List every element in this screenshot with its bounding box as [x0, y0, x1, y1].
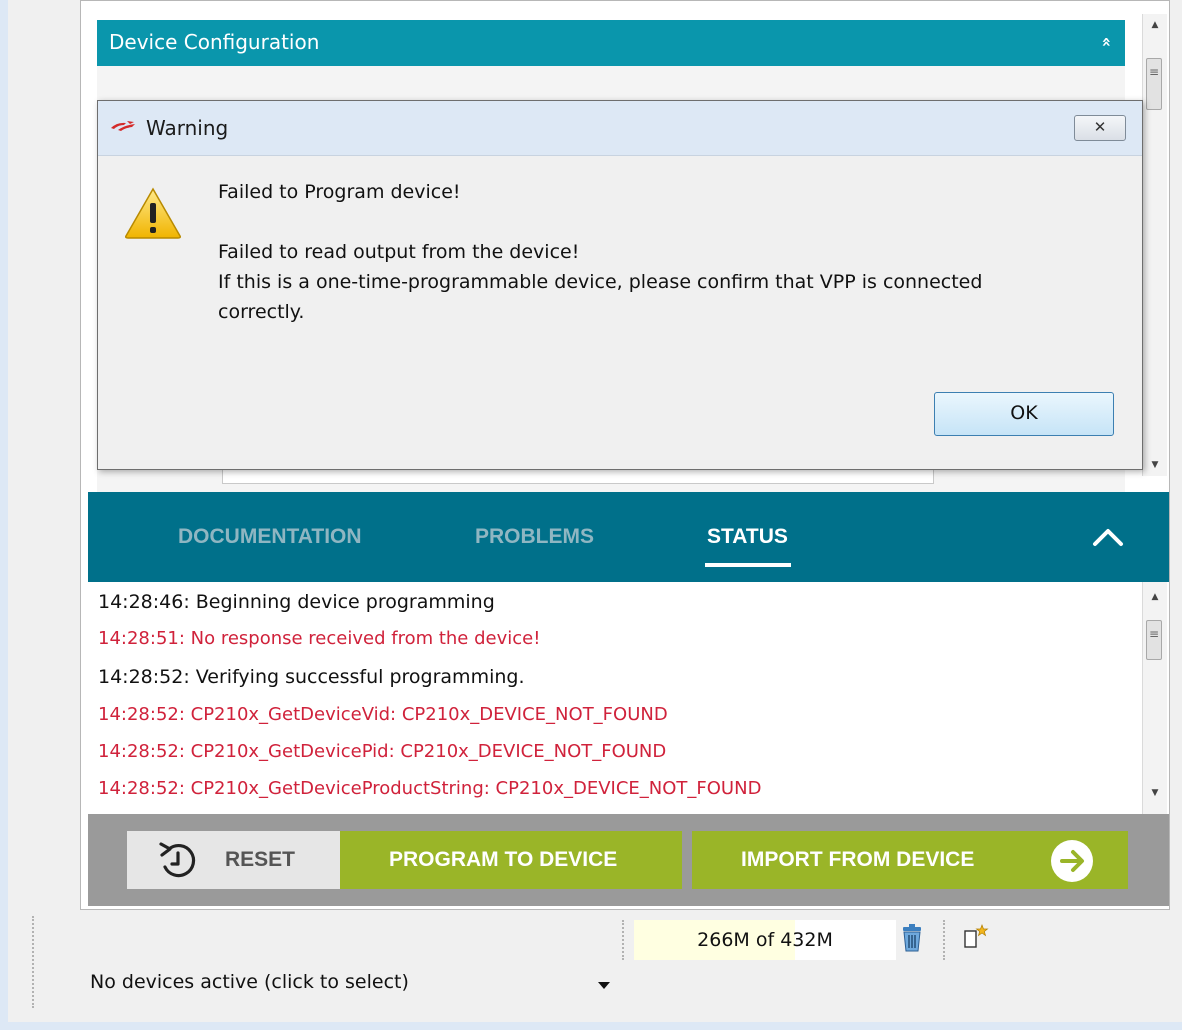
chevron-up-icon[interactable]	[1090, 522, 1126, 552]
warning-dialog: Warning ✕ Failed to Program device! Fail…	[97, 100, 1143, 470]
dialog-message-line: correctly.	[218, 301, 305, 323]
toolbar-grip[interactable]	[943, 920, 945, 960]
reset-icon	[159, 842, 196, 878]
log-line: 14:28:52: CP210x_GetDevicePid: CP210x_DE…	[98, 741, 667, 762]
reset-button[interactable]: RESET	[127, 831, 340, 889]
log-line: 14:28:52: CP210x_GetDeviceProductString:…	[98, 778, 762, 799]
dialog-message-line: If this is a one-time-programmable devic…	[218, 271, 983, 293]
heap-status[interactable]: 266M of 432M	[634, 920, 896, 960]
scroll-down-arrow-icon[interactable]: ▼	[1143, 460, 1167, 470]
scroll-up-arrow-icon[interactable]: ▲	[1143, 592, 1167, 602]
dialog-title: Warning	[146, 116, 229, 140]
dialog-message-title: Failed to Program device!	[218, 181, 461, 203]
toolbar-grip[interactable]	[32, 916, 34, 1008]
silicon-labs-logo-icon	[111, 121, 135, 131]
double-chevron-up-icon[interactable]: »	[1084, 37, 1128, 47]
new-device-icon[interactable]	[963, 924, 989, 950]
import-label: IMPORT FROM DEVICE	[741, 848, 975, 871]
log-line: 14:28:52: CP210x_GetDeviceVid: CP210x_DE…	[98, 704, 668, 725]
log-line: 14:28:52: Verifying successful programmi…	[98, 666, 525, 688]
scroll-thumb[interactable]: ≡	[1146, 620, 1162, 660]
config-scrollbar[interactable]: ▲ ≡ ▼	[1142, 14, 1167, 476]
scroll-down-arrow-icon[interactable]: ▼	[1143, 788, 1167, 798]
dialog-message-line: Failed to read output from the device!	[218, 241, 580, 263]
reset-label: RESET	[225, 848, 296, 871]
section-title: Device Configuration	[109, 30, 320, 54]
log-line: 14:28:51: No response received from the …	[98, 628, 541, 649]
warning-icon	[125, 187, 181, 239]
dropdown-arrow-icon[interactable]	[598, 982, 610, 989]
active-tab-indicator	[705, 563, 791, 567]
arrow-right-circle-icon	[1051, 840, 1093, 882]
program-to-device-button[interactable]: PROGRAM TO DEVICE	[340, 831, 682, 889]
ok-button[interactable]: OK	[934, 392, 1114, 436]
garbage-collect-icon[interactable]	[901, 924, 923, 952]
bottom-tab-bar: DOCUMENTATION PROBLEMS STATUS	[88, 492, 1169, 582]
dialog-titlebar[interactable]: Warning ✕	[98, 101, 1142, 156]
device-selector[interactable]: No devices active (click to select)	[90, 971, 409, 993]
tab-status[interactable]: STATUS	[707, 492, 788, 582]
log-scrollbar[interactable]: ▲ ≡ ▼	[1142, 582, 1167, 814]
device-configuration-header[interactable]: Device Configuration »	[97, 20, 1125, 66]
status-log[interactable]: 14:28:46: Beginning device programming 1…	[88, 582, 1142, 814]
program-label: PROGRAM TO DEVICE	[389, 848, 618, 871]
heap-label: 266M of 432M	[697, 929, 833, 951]
import-from-device-button[interactable]: IMPORT FROM DEVICE	[692, 831, 1128, 889]
tab-problems[interactable]: PROBLEMS	[475, 492, 594, 582]
scroll-thumb[interactable]: ≡	[1146, 58, 1162, 110]
tab-documentation[interactable]: DOCUMENTATION	[178, 492, 362, 582]
toolbar-grip[interactable]	[622, 920, 624, 960]
close-button[interactable]: ✕	[1074, 115, 1126, 141]
log-line: 14:28:46: Beginning device programming	[98, 591, 495, 613]
close-icon: ✕	[1093, 118, 1107, 136]
scroll-up-arrow-icon[interactable]: ▲	[1143, 20, 1167, 30]
